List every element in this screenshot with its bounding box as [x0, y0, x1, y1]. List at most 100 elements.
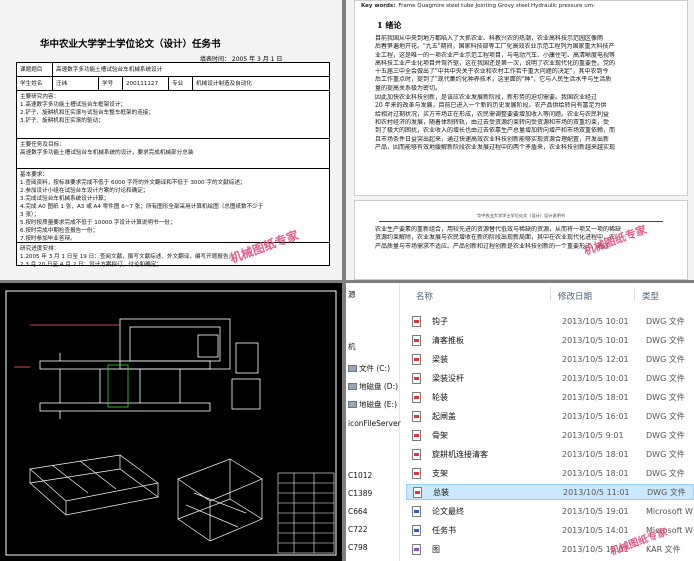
nav-item-computer[interactable]: 机 [348, 341, 356, 352]
column-header-type[interactable]: 类型 [642, 290, 659, 302]
file-type: DWG 文件 [646, 411, 685, 421]
nav-item-drive-e[interactable]: 地磁盘 (E:) [348, 399, 397, 410]
task-book-title: 华中农业大学学士学位论文（设计）任务书 [40, 39, 221, 50]
major-value: 机械设计制造及自动化 [196, 80, 252, 87]
file-name: 论文最终 [432, 506, 464, 516]
paragraph-2: 因此加快农业科技创新，是该应农业发展新阶段，新形势的迫切需要。我国农业经过 20 … [375, 94, 616, 151]
nav-item-drive-d[interactable]: 地磁盘 (D:) [348, 381, 398, 392]
nav-item-file-server[interactable]: iconFileServer [348, 419, 401, 428]
file-date: 2013/10/5 11:01 [563, 487, 630, 497]
file-row[interactable]: 骨架 2013/10/5 9:01 DWG 文件 [406, 427, 694, 443]
dwg-file-icon [412, 429, 421, 441]
column-header-date[interactable]: 修改日期 [558, 290, 592, 302]
file-type: Microsoft W [646, 506, 693, 516]
research-content-block: 主要研究内容： 1.高速数字多功能土槽试验台车框架设计； 2.铲子、旋耕机和压实… [17, 91, 329, 139]
nav-item-c1012[interactable]: C1012 [348, 471, 372, 480]
file-row[interactable]: 轮装 2013/10/5 18:01 DWG 文件 [406, 389, 694, 405]
rar-file-icon [412, 543, 421, 555]
file-name: 旋耕机连接清客 [432, 449, 488, 459]
file-name: 清客推板 [432, 335, 464, 345]
file-date: 2013/10/5 18:01 [562, 468, 629, 478]
file-date: 2013/10/5 10:01 [562, 316, 629, 326]
topic-label: 课题题目 [17, 63, 53, 76]
file-date: 2013/10/5 14:01 [562, 525, 629, 535]
nav-item-partial[interactable]: 源 [348, 289, 356, 300]
top-view-drawing [14, 318, 261, 419]
dwg-file-icon [413, 486, 422, 498]
topic-value: 高速数字多功能土槽试验台车机械系统设计 [56, 66, 163, 73]
header-rule [379, 221, 663, 222]
file-type: DWG 文件 [646, 449, 685, 459]
file-date: 2013/10/5 9:01 [562, 430, 624, 440]
file-date: 2013/10/5 19:01 [562, 506, 629, 516]
file-name: 轮装 [432, 392, 448, 402]
file-type: DWG 文件 [646, 468, 685, 478]
major-label: 专业 [169, 77, 193, 90]
column-header-name[interactable]: 名称 [416, 290, 433, 302]
thesis-document: Key words: Frame Quagmire steel tube Join… [346, 0, 694, 280]
file-row[interactable]: 论文最终 2013/10/5 19:01 Microsoft W [406, 503, 694, 519]
dwg-file-icon [412, 467, 421, 479]
file-type: DWG 文件 [646, 373, 685, 383]
file-row[interactable]: 总装 2013/10/5 11:01 DWG 文件 [406, 484, 694, 500]
file-row[interactable]: 支架 2013/10/5 18:01 DWG 文件 [406, 465, 694, 481]
file-date: 2013/10/5 10:01 [562, 335, 629, 345]
file-row[interactable]: 梁装没杆 2013/10/5 10:01 DWG 文件 [406, 370, 694, 386]
file-type: DWG 文件 [646, 316, 685, 326]
nav-item-drive-c[interactable]: 文件 (C:) [348, 363, 390, 374]
cad-drawing[interactable] [0, 283, 342, 561]
file-row[interactable]: 钩子 2013/10/5 10:01 DWG 文件 [406, 313, 694, 329]
drive-icon [348, 401, 357, 408]
navigation-pane[interactable]: 源 机 文件 (C:) 地磁盘 (D:) 地磁盘 (E:) iconFileSe… [346, 283, 401, 561]
file-type: DWG 文件 [647, 487, 686, 497]
file-name: 梁装没杆 [432, 373, 464, 383]
doc-file-icon [412, 524, 421, 536]
drive-icon [348, 365, 357, 372]
file-row[interactable]: 起闸盖 2013/10/5 16:01 DWG 文件 [406, 408, 694, 424]
file-name: 总装 [433, 487, 449, 497]
id-value: 200111127 [123, 77, 169, 90]
file-name: 任务书 [432, 525, 456, 535]
file-explorer-window: 源 机 文件 (C:) 地磁盘 (D:) 地磁盘 (E:) iconFileSe… [346, 283, 694, 561]
drawing-border [5, 290, 337, 556]
file-type: KAR 文件 [646, 544, 681, 554]
dwg-file-icon [412, 448, 421, 460]
drive-icon [348, 383, 357, 390]
file-row[interactable]: 清客推板 2013/10/5 10:01 DWG 文件 [406, 332, 694, 348]
file-name: 钩子 [432, 316, 448, 326]
paragraph-1: 目前我国从中央到地方都陷入了大抓农业、科教兴农的热潮，农业高科技示范园区像雨 后春… [375, 35, 616, 92]
dwg-file-icon [412, 353, 421, 365]
cad-viewport[interactable] [0, 283, 342, 561]
nav-item-c1389[interactable]: C1389 [348, 489, 372, 498]
keywords-line: Key words: Frame Quagmire steel tube Join… [361, 3, 596, 9]
dwg-file-icon [412, 410, 421, 422]
nav-item-c664[interactable]: C664 [348, 507, 368, 516]
file-name: 图 [432, 544, 440, 554]
file-list: 名称 修改日期 类型 钩子 2013/10/5 10:01 DWG 文件 清客推板 20… [402, 283, 694, 561]
file-type: DWG 文件 [646, 392, 685, 402]
file-name: 起闸盖 [432, 411, 456, 421]
file-name: 支架 [432, 468, 448, 478]
file-name: 骨架 [432, 430, 448, 440]
dwg-file-icon [412, 334, 421, 346]
id-label: 学号 [99, 77, 123, 90]
isometric-view-left [29, 454, 159, 516]
file-date: 2013/10/5 12:01 [562, 354, 629, 364]
file-date: 2013/10/5 16:01 [562, 411, 629, 421]
isometric-view-right [177, 458, 263, 542]
file-date: 2013/10/5 10:01 [562, 373, 629, 383]
nav-item-c722[interactable]: C722 [348, 525, 368, 534]
dwg-file-icon [412, 391, 421, 403]
column-separator[interactable] [634, 287, 635, 301]
section-heading: 1 绪论 [377, 20, 402, 30]
page-header: 华中农业大学学士学位论文（设计）设计说明书 [477, 213, 565, 218]
file-type: DWG 文件 [646, 430, 685, 440]
file-date: 2013/10/5 18:01 [562, 392, 629, 402]
student-value: 汪纬 [53, 77, 99, 90]
column-separator[interactable] [550, 287, 551, 301]
nav-item-c798[interactable]: C798 [348, 543, 368, 552]
file-type: DWG 文件 [646, 354, 685, 364]
file-row[interactable]: 梁装 2013/10/5 12:01 DWG 文件 [406, 351, 694, 367]
file-row[interactable]: 旋耕机连接清客 2013/10/5 18:01 DWG 文件 [406, 446, 694, 462]
student-label: 学生姓名 [17, 77, 53, 90]
